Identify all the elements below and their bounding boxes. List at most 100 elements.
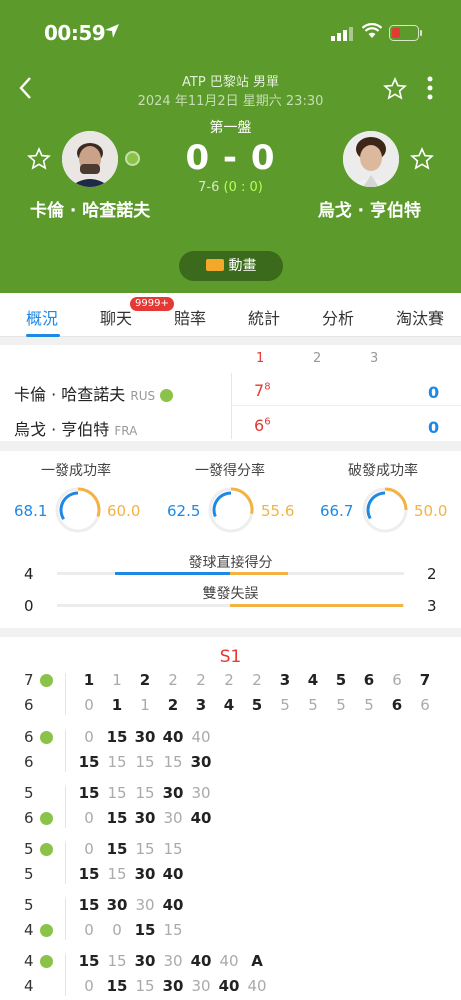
point-score-bottom: 40 — [247, 977, 267, 995]
stat-left-value: 68.1 — [14, 502, 48, 520]
player1-total: 0 — [428, 383, 440, 402]
game-score-top: 2 — [196, 671, 206, 689]
point-score-top: 30 — [135, 896, 155, 914]
game-score-top: 2 — [252, 671, 262, 689]
scoreboard-player2[interactable]: 烏戈 · 亨伯特 FRA — [14, 416, 137, 440]
game-label-bottom: 5 — [24, 865, 34, 883]
point-score-top: 15 — [135, 840, 155, 858]
tab-analysis[interactable]: 分析 — [322, 305, 354, 329]
game-label-top: 5 — [24, 840, 34, 858]
point-score-top: 30 — [106, 896, 128, 914]
scoreboard-player1[interactable]: 卡倫 · 哈查諾夫 RUS — [14, 381, 174, 405]
stat-right-value: 50.0 — [414, 502, 448, 520]
point-score-bottom: 15 — [106, 809, 128, 827]
set-label: S1 — [219, 647, 242, 667]
ring-right-arc — [384, 487, 408, 511]
player1-set1-score: 78 — [254, 381, 271, 400]
game-score-top: 7 — [419, 671, 431, 689]
bar-fill-right — [230, 572, 288, 575]
point-score-top: 15 — [135, 784, 155, 802]
divider — [65, 954, 66, 996]
bar-left-value: 4 — [24, 565, 34, 583]
ring-right-arc — [230, 487, 254, 514]
bar-fill-left — [114, 572, 230, 575]
game-score-bottom: 1 — [140, 696, 150, 714]
point-score-top: 15 — [107, 784, 127, 802]
game-score-bottom: 5 — [308, 696, 318, 714]
point-score-top: 15 — [106, 728, 128, 746]
point-score-bottom: 15 — [107, 865, 127, 883]
game-score-bottom: 5 — [364, 696, 374, 714]
wifi-icon — [361, 23, 383, 43]
animation-button[interactable]: 動畫 — [179, 251, 283, 281]
point-score-top: 15 — [78, 952, 100, 970]
divider — [65, 730, 66, 772]
favorite-star-icon[interactable] — [383, 77, 407, 105]
tab-overview[interactable]: 概況 — [26, 305, 58, 329]
stat-left-value: 66.7 — [320, 502, 354, 520]
game-score-bottom: 3 — [195, 696, 207, 714]
divider — [65, 842, 66, 884]
divider — [65, 673, 66, 715]
point-score-top: 15 — [78, 784, 100, 802]
chat-count-badge: 9999+ — [130, 297, 174, 311]
point-score-bottom: 30 — [134, 865, 156, 883]
point-score-top: 15 — [163, 840, 183, 858]
point-score-bottom: 15 — [134, 921, 156, 939]
point-score-top: 30 — [163, 952, 183, 970]
point-score-top: 40 — [219, 952, 239, 970]
point-score-bottom: 0 — [112, 921, 122, 939]
bar-stat-label: 雙發失誤 — [202, 586, 259, 602]
point-score-bottom: 30 — [191, 977, 211, 995]
serving-check-icon — [40, 731, 53, 744]
more-options-icon[interactable] — [426, 76, 434, 104]
point-score-top: 0 — [84, 840, 94, 858]
status-time: 00:59 — [44, 21, 106, 45]
set-header-1: 1 — [256, 351, 265, 366]
active-tab-indicator — [26, 334, 60, 337]
divider — [231, 405, 461, 406]
game-score-bottom: 6 — [420, 696, 430, 714]
game-label-bottom: 4 — [24, 977, 34, 995]
game-score-bottom: 5 — [280, 696, 290, 714]
tab-stats[interactable]: 統計 — [248, 305, 280, 329]
game-label-top: 5 — [24, 784, 34, 802]
point-score-top: 15 — [78, 896, 100, 914]
set-header-2: 2 — [313, 351, 322, 366]
player1-name[interactable]: 卡倫 · 哈查諾夫 — [30, 196, 150, 221]
point-score-bottom: 40 — [190, 809, 212, 827]
stat-label: 破發成功率 — [348, 463, 418, 479]
tab-chat[interactable]: 聊天 — [100, 305, 132, 329]
player2-name[interactable]: 烏戈 · 亨伯特 — [318, 196, 421, 221]
bar-fill-right — [230, 604, 403, 607]
stat-ring — [208, 487, 254, 533]
serving-check-icon — [40, 843, 53, 856]
point-score-bottom: 30 — [162, 977, 184, 995]
point-score-top: A — [251, 952, 263, 970]
player2-favorite-star-icon[interactable] — [410, 147, 434, 175]
game-score-top: 5 — [335, 671, 347, 689]
point-score-bottom: 0 — [84, 977, 94, 995]
point-score-bottom: 15 — [78, 753, 100, 771]
player2-avatar[interactable] — [343, 131, 399, 187]
stat-label: 一發成功率 — [41, 463, 111, 479]
current-set-label: 第一盤 — [209, 120, 252, 136]
serving-check-icon — [40, 924, 53, 937]
player2-total: 0 — [428, 418, 440, 437]
tab-odds[interactable]: 賠率 — [174, 305, 206, 329]
point-by-point-table: 7 6 1 1 2 2 2 2 2 3 4 5 6 6 7 0 1 1 2 3 4 5 5 5 5 5 6 6 6 6 0 15 30 40 40 1… — [0, 671, 461, 1000]
point-score-top: 0 — [84, 728, 94, 746]
point-score-top: 40 — [162, 896, 184, 914]
point-score-top: 40 — [191, 728, 211, 746]
stat-label: 一發得分率 — [195, 463, 265, 479]
tab-knockout[interactable]: 淘汰賽 — [396, 305, 444, 329]
set-score-summary: 7-6 (0 : 0) — [198, 180, 263, 195]
game-score-bottom: 0 — [84, 696, 94, 714]
court-icon — [205, 259, 224, 271]
point-score-top: 30 — [191, 784, 211, 802]
game-score-top: 2 — [168, 671, 178, 689]
game-score-top: 1 — [83, 671, 95, 689]
point-score-bottom: 40 — [162, 865, 184, 883]
point-score-bottom: 15 — [107, 753, 127, 771]
point-score-top: 15 — [106, 840, 128, 858]
